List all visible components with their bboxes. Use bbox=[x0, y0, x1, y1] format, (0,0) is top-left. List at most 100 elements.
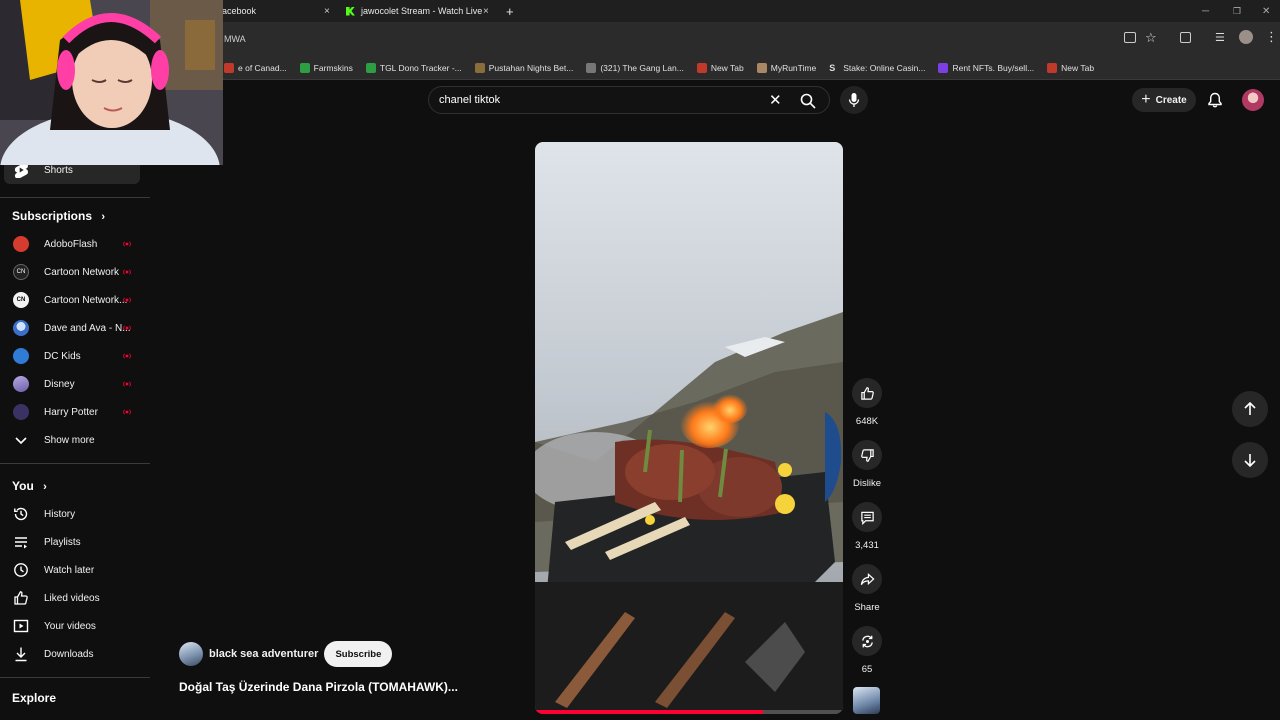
like-action[interactable]: 648K bbox=[851, 378, 883, 427]
live-indicator-icon bbox=[123, 269, 131, 275]
bookmark-item[interactable]: (321) The Gang Lan... bbox=[586, 62, 684, 73]
channel-avatar[interactable] bbox=[179, 642, 203, 666]
channel-avatar bbox=[13, 404, 29, 420]
bookmark-item[interactable]: Farmskins bbox=[299, 62, 353, 73]
sidebar-item-disney[interactable]: Disney bbox=[0, 370, 150, 398]
sidebar-item-adoboflash[interactable]: AdoboFlash bbox=[0, 230, 150, 258]
window-close-icon[interactable]: ✕ bbox=[1262, 0, 1270, 22]
bookmark-label: MyRunTime bbox=[770, 62, 817, 73]
like-button[interactable] bbox=[852, 378, 882, 408]
profile-icon[interactable] bbox=[1239, 30, 1253, 44]
notifications-bell-icon[interactable] bbox=[1207, 92, 1223, 108]
channel-name[interactable]: black sea adventurer bbox=[209, 648, 318, 660]
subscriptions-title: Subscriptions bbox=[12, 209, 93, 223]
minimize-icon[interactable]: ─ bbox=[1202, 0, 1209, 22]
remix-action[interactable]: 65 bbox=[851, 626, 883, 675]
bookmark-item[interactable]: Rent NFTs. Buy/sell... bbox=[938, 62, 1034, 73]
media-control-icon[interactable]: ☰ bbox=[1215, 31, 1225, 44]
progress-bar-fill bbox=[535, 710, 763, 714]
browser-tab-stream[interactable]: jawocolet Stream - Watch Live × bbox=[346, 0, 496, 22]
sidebar-item-liked-videos[interactable]: Liked videos bbox=[0, 584, 150, 612]
subscriptions-heading[interactable]: Subscriptions › bbox=[12, 209, 105, 223]
browser-tab-facebook[interactable]: acebook × bbox=[222, 0, 340, 22]
sidebar-item-label: Cartoon Network bbox=[44, 266, 120, 278]
sidebar-divider bbox=[0, 677, 150, 678]
comment-count: 3,431 bbox=[855, 540, 879, 551]
extensions-icon[interactable] bbox=[1180, 32, 1191, 43]
sidebar-item-label: Cartoon Network... bbox=[44, 294, 128, 306]
create-button[interactable]: + Create bbox=[1132, 88, 1196, 112]
dislike-action[interactable]: Dislike bbox=[851, 440, 883, 489]
clear-search-icon[interactable]: ✕ bbox=[769, 91, 782, 109]
subscribe-button[interactable]: Subscribe bbox=[324, 641, 393, 667]
bookmark-favicon bbox=[474, 62, 485, 73]
bookmark-favicon bbox=[299, 62, 310, 73]
dislike-button[interactable] bbox=[852, 440, 882, 470]
tab-close-icon[interactable]: × bbox=[483, 6, 489, 17]
audio-thumbnail[interactable] bbox=[853, 687, 880, 714]
you-heading[interactable]: You › bbox=[12, 479, 47, 493]
share-button[interactable] bbox=[852, 564, 882, 594]
sidebar-item-label: Disney bbox=[44, 378, 75, 390]
short-video-player[interactable] bbox=[535, 142, 843, 714]
next-short-button[interactable] bbox=[1232, 442, 1268, 478]
live-indicator-icon bbox=[123, 409, 131, 415]
comment-icon bbox=[860, 511, 874, 525]
share-label: Share bbox=[854, 602, 880, 613]
webcam-overlay bbox=[0, 0, 223, 165]
comments-action[interactable]: 3,431 bbox=[851, 502, 883, 551]
search-box[interactable]: chanel tiktok ✕ bbox=[428, 86, 830, 114]
search-input[interactable]: chanel tiktok bbox=[439, 94, 500, 106]
video-frame bbox=[535, 142, 843, 714]
chevron-right-icon: › bbox=[43, 481, 47, 493]
sidebar-item-cartoon-network-2[interactable]: CN Cartoon Network... bbox=[0, 286, 150, 314]
bookmark-favicon: S bbox=[829, 62, 840, 73]
search-icon[interactable] bbox=[800, 93, 816, 109]
address-text[interactable]: MWA bbox=[224, 34, 246, 44]
previous-short-button[interactable] bbox=[1232, 391, 1268, 427]
bookmark-star-icon[interactable]: ☆ bbox=[1145, 30, 1157, 46]
share-action[interactable]: Share bbox=[851, 564, 883, 613]
plus-icon: + bbox=[1141, 91, 1151, 108]
bookmark-item[interactable]: New Tab bbox=[696, 62, 744, 73]
new-tab-button[interactable]: + bbox=[506, 0, 514, 22]
remix-button[interactable] bbox=[852, 626, 882, 656]
live-indicator-icon bbox=[123, 381, 131, 387]
bookmark-label: Pustahan Nights Bet... bbox=[488, 62, 574, 73]
voice-search-button[interactable] bbox=[840, 86, 868, 114]
bookmark-item[interactable]: S Stake: Online Casin... bbox=[829, 62, 926, 73]
remix-icon bbox=[861, 635, 873, 647]
sidebar-item-downloads[interactable]: Downloads bbox=[0, 640, 150, 668]
sidebar-item-watch-later[interactable]: Watch later bbox=[0, 556, 150, 584]
sidebar-item-your-videos[interactable]: Your videos bbox=[0, 612, 150, 640]
bookmark-favicon bbox=[696, 62, 707, 73]
bookmark-favicon bbox=[224, 62, 234, 73]
bookmark-item[interactable]: MyRunTime bbox=[756, 62, 817, 73]
restore-icon[interactable]: ❐ bbox=[1233, 0, 1241, 22]
bookmark-label: Stake: Online Casin... bbox=[843, 62, 926, 73]
short-title[interactable]: Doğal Taş Üzerinde Dana Pirzola (TOMAHAW… bbox=[179, 680, 458, 694]
sidebar-item-playlists[interactable]: Playlists bbox=[0, 528, 150, 556]
sidebar-item-label: Your videos bbox=[44, 620, 96, 632]
like-count: 648K bbox=[855, 416, 879, 427]
sidebar-item-dc-kids[interactable]: DC Kids bbox=[0, 342, 150, 370]
sidebar-item-history[interactable]: History bbox=[0, 500, 150, 528]
microphone-icon bbox=[848, 93, 860, 107]
sidebar-item-cartoon-network[interactable]: CN Cartoon Network bbox=[0, 258, 150, 286]
install-app-icon[interactable] bbox=[1124, 32, 1136, 43]
bookmark-item[interactable]: TGL Dono Tracker -... bbox=[365, 62, 462, 73]
bookmark-item[interactable]: Pustahan Nights Bet... bbox=[474, 62, 574, 73]
sidebar-item-harry-potter[interactable]: Harry Potter bbox=[0, 398, 150, 426]
sidebar-item-label: Shorts bbox=[44, 164, 73, 176]
tab-close-icon[interactable]: × bbox=[324, 6, 330, 17]
browser-menu-icon[interactable]: ⋮ bbox=[1265, 29, 1278, 45]
bookmark-item[interactable]: e of Canad... bbox=[224, 62, 287, 73]
account-avatar[interactable] bbox=[1242, 89, 1264, 111]
bookmark-item[interactable]: New Tab bbox=[1047, 62, 1094, 73]
show-more-button[interactable]: Show more bbox=[0, 426, 150, 454]
channel-avatar bbox=[13, 320, 29, 336]
sidebar-item-label: Liked videos bbox=[44, 592, 100, 604]
sidebar-item-dave-and-ava[interactable]: Dave and Ava - N... bbox=[0, 314, 150, 342]
comments-button[interactable] bbox=[852, 502, 882, 532]
sidebar-item-label: Watch later bbox=[44, 564, 95, 576]
